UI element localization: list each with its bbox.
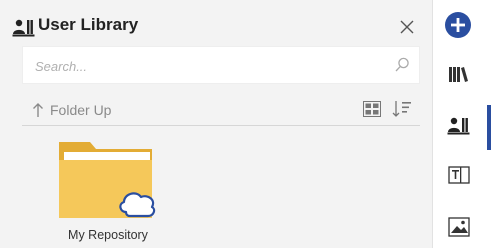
folder-up-label: Folder Up (50, 102, 112, 118)
toolbar: Folder Up (22, 92, 420, 126)
search-input[interactable] (33, 47, 377, 85)
library-icon[interactable] (448, 65, 470, 83)
text-frame-icon[interactable] (448, 166, 470, 184)
grid-view-icon[interactable] (363, 101, 381, 117)
item-label: My Repository (68, 228, 148, 242)
active-indicator (487, 105, 491, 150)
folder-up-button[interactable]: Folder Up (32, 100, 111, 120)
folder-cloud-icon (59, 142, 156, 218)
plus-circle-icon[interactable] (444, 11, 472, 39)
search-box (22, 46, 420, 85)
panel-header: User Library (0, 0, 432, 50)
list-item[interactable]: My Repository (52, 138, 164, 248)
close-icon[interactable] (397, 17, 417, 37)
search-icon[interactable] (393, 56, 411, 74)
arrow-up-icon (33, 103, 43, 117)
user-library-panel: User Library Folder Up (0, 0, 432, 248)
user-library-icon (12, 19, 35, 37)
panel-title: User Library (38, 15, 139, 34)
sort-icon[interactable] (392, 100, 412, 118)
user-library-icon[interactable] (447, 115, 471, 135)
sidebar (432, 0, 491, 248)
image-icon[interactable] (448, 217, 470, 237)
